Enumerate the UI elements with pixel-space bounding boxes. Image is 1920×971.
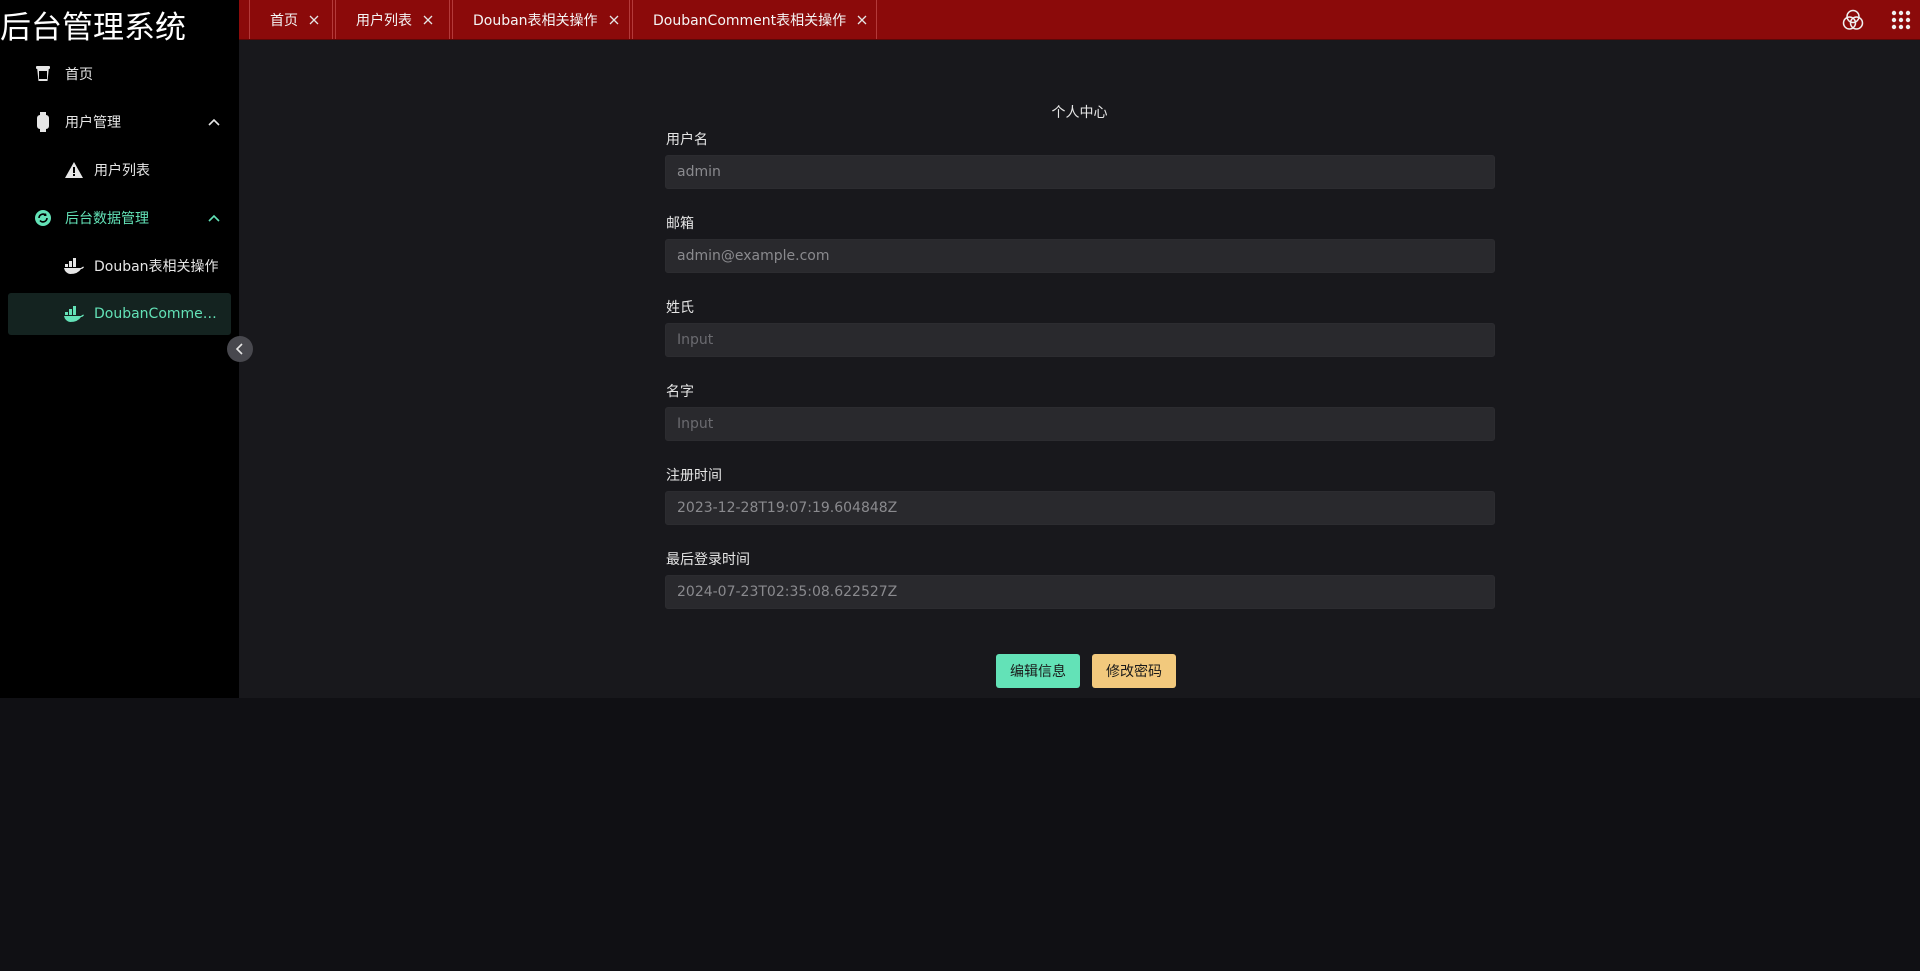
tab-douban-comment[interactable]: DoubanComment表相关操作 bbox=[632, 0, 877, 39]
chevron-left-icon bbox=[235, 343, 243, 355]
tab-douban[interactable]: Douban表相关操作 bbox=[452, 0, 630, 39]
sidebar-collapse-button[interactable] bbox=[227, 336, 253, 362]
tab-bar: 首页 用户列表 Douban表相关操作 DoubanComment表相关操作 bbox=[239, 0, 1920, 40]
brand-title: 后台管理系统 bbox=[0, 10, 186, 46]
email-field[interactable] bbox=[665, 239, 1495, 273]
last-login-label: 最后登录时间 bbox=[666, 552, 750, 568]
watch-icon bbox=[33, 112, 53, 132]
close-icon[interactable] bbox=[308, 14, 320, 26]
tab-label: 首页 bbox=[270, 12, 298, 29]
last-login-field[interactable] bbox=[665, 575, 1495, 609]
main-content: 个人中心 用户名 邮箱 姓氏 名字 注册时间 最后登录时间 编辑信息 修改密码 bbox=[239, 40, 1920, 698]
tab-label: 用户列表 bbox=[356, 12, 412, 29]
sidebar-item-home[interactable]: 首页 bbox=[8, 53, 231, 95]
chevron-up-icon bbox=[207, 115, 221, 129]
tab-home[interactable]: 首页 bbox=[249, 0, 333, 39]
sidebar-item-douban-comment[interactable]: DoubanCommen... bbox=[8, 293, 231, 335]
sidebar-item-label: 首页 bbox=[65, 67, 93, 83]
sidebar-item-data-management[interactable]: 后台数据管理 bbox=[8, 197, 231, 239]
tab-user-list[interactable]: 用户列表 bbox=[335, 0, 450, 39]
edit-info-button[interactable]: 编辑信息 bbox=[996, 654, 1080, 688]
tab-label: DoubanComment表相关操作 bbox=[653, 12, 847, 29]
first-name-field[interactable] bbox=[665, 407, 1495, 441]
username-label: 用户名 bbox=[666, 132, 708, 148]
register-time-field[interactable] bbox=[665, 491, 1495, 525]
close-icon[interactable] bbox=[422, 14, 434, 26]
change-password-button[interactable]: 修改密码 bbox=[1092, 654, 1176, 688]
sidebar-item-label: 后台数据管理 bbox=[65, 211, 149, 227]
sidebar-item-label: 用户管理 bbox=[65, 115, 121, 131]
sidebar-item-user-list[interactable]: 用户列表 bbox=[8, 149, 231, 191]
tab-label: Douban表相关操作 bbox=[473, 12, 598, 29]
sidebar-item-label: 用户列表 bbox=[94, 163, 150, 179]
chevron-up-icon bbox=[207, 211, 221, 225]
refresh-icon bbox=[33, 208, 53, 228]
sidebar-item-user-management[interactable]: 用户管理 bbox=[8, 101, 231, 143]
close-icon[interactable] bbox=[608, 14, 620, 26]
close-icon[interactable] bbox=[856, 14, 868, 26]
register-time-label: 注册时间 bbox=[666, 468, 722, 484]
sidebar: 后台管理系统 首页 用户管理 用户列表 后台数据管理 Douban表相关操作 D… bbox=[0, 0, 239, 698]
warning-icon bbox=[64, 160, 84, 180]
email-label: 邮箱 bbox=[666, 216, 694, 232]
sidebar-item-label: Douban表相关操作 bbox=[94, 259, 219, 275]
docker-icon bbox=[64, 304, 84, 324]
cup-icon bbox=[33, 64, 53, 84]
last-name-field[interactable] bbox=[665, 323, 1495, 357]
app-grid-icon[interactable] bbox=[1888, 6, 1914, 34]
sidebar-item-label: DoubanCommen... bbox=[94, 306, 222, 322]
docker-icon bbox=[64, 256, 84, 276]
first-name-label: 名字 bbox=[666, 384, 694, 400]
sidebar-item-douban[interactable]: Douban表相关操作 bbox=[8, 245, 231, 287]
color-circles-icon[interactable] bbox=[1839, 6, 1867, 34]
page-title: 个人中心 bbox=[1051, 105, 1108, 121]
username-field[interactable] bbox=[665, 155, 1495, 189]
app-window: 后台管理系统 首页 用户管理 用户列表 后台数据管理 Douban表相关操作 D… bbox=[0, 0, 1920, 698]
last-name-label: 姓氏 bbox=[666, 300, 694, 316]
